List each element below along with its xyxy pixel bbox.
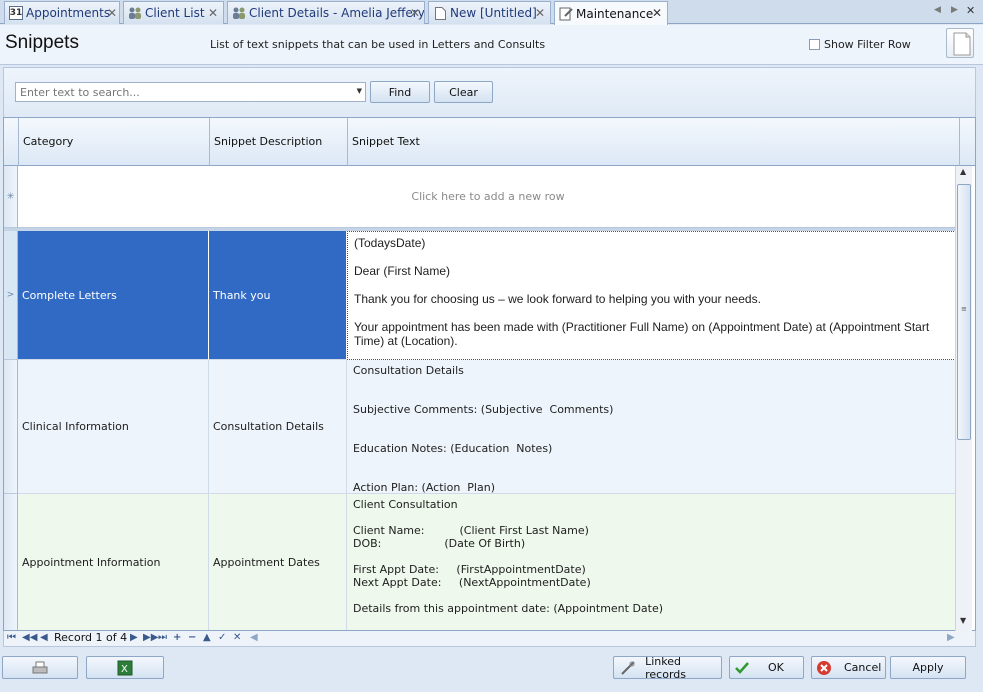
- new-row-indicator: ✳: [4, 166, 18, 228]
- cancel-edit-icon[interactable]: ✕: [233, 631, 241, 645]
- column-header-snippet-description[interactable]: Snippet Description: [210, 118, 348, 166]
- row-indicator[interactable]: [4, 494, 18, 630]
- next-page-icon[interactable]: ▶▶: [143, 631, 158, 645]
- notepad-button[interactable]: [946, 28, 974, 58]
- document-icon: [433, 6, 447, 20]
- category-cell[interactable]: Appointment Information: [18, 494, 209, 630]
- scroll-down-icon[interactable]: ▼: [960, 616, 966, 625]
- search-dropdown-icon[interactable]: ▼: [357, 87, 362, 95]
- tab-label: Maintenance: [576, 6, 654, 21]
- page-title: Snippets: [5, 32, 79, 53]
- row-indicator-header: [4, 118, 19, 166]
- maintenance-icon: [559, 7, 573, 21]
- category-cell[interactable]: Complete Letters: [18, 231, 209, 360]
- last-page-icon[interactable]: ⏭: [158, 631, 167, 645]
- calendar-icon: 31: [9, 6, 23, 20]
- scroll-tabs-left-icon[interactable]: ◀: [934, 5, 941, 15]
- apply-button[interactable]: Apply: [890, 656, 966, 679]
- snippets-grid: Category Snippet Description Snippet Tex…: [3, 117, 976, 631]
- previous-record-icon[interactable]: ◀: [40, 631, 48, 645]
- record-navigator: ⏮ ◀◀ ◀ Record 1 of 4 ▶ ▶▶ ⏭ + − ▲ ✓ ✕ ◀ …: [3, 631, 976, 647]
- new-row-prompt[interactable]: Click here to add a new row: [18, 166, 958, 228]
- tab-label: Appointments: [26, 6, 111, 20]
- close-icon[interactable]: ✕: [208, 6, 218, 20]
- notepad-icon: [953, 32, 971, 56]
- cancel-icon: [817, 660, 831, 675]
- hscroll-right-icon[interactable]: ▶: [947, 631, 955, 645]
- export-excel-button[interactable]: X: [86, 656, 164, 679]
- checkmark-icon: [735, 661, 749, 674]
- ok-button[interactable]: OK: [729, 656, 804, 679]
- svg-text:X: X: [121, 664, 128, 675]
- link-icon: [621, 660, 635, 675]
- current-row-arrow-icon: >: [6, 290, 15, 300]
- cancel-label: Cancel: [844, 661, 882, 674]
- column-header-snippet-text[interactable]: Snippet Text: [348, 118, 960, 166]
- ok-label: OK: [768, 661, 784, 674]
- close-icon[interactable]: ✕: [410, 6, 420, 20]
- table-row[interactable]: Clinical Information Consultation Detail…: [18, 360, 958, 494]
- tab-client-list[interactable]: Client List ✕: [123, 1, 224, 24]
- add-record-icon[interactable]: +: [173, 631, 181, 645]
- next-record-icon[interactable]: ▶: [130, 631, 138, 645]
- scrollbar-thumb[interactable]: ≡: [957, 184, 971, 440]
- linked-records-label: Linked records: [645, 654, 686, 681]
- print-button[interactable]: [2, 656, 78, 679]
- show-filter-row-checkbox[interactable]: [809, 39, 820, 50]
- row-indicator[interactable]: [4, 360, 18, 494]
- snippet-text-cell[interactable]: Client Consultation Client Name: (Client…: [347, 494, 958, 630]
- scroll-tabs-right-icon[interactable]: ▶: [951, 5, 958, 15]
- tab-label: Client List: [145, 6, 205, 20]
- table-row[interactable]: Complete Letters Thank you (TodaysDate) …: [18, 231, 958, 360]
- tab-label: New [Untitled]: [450, 6, 537, 20]
- row-indicator[interactable]: >: [4, 231, 18, 360]
- show-filter-row-label[interactable]: Show Filter Row: [824, 38, 911, 51]
- post-edit-icon[interactable]: ✓: [218, 631, 226, 645]
- page-subtitle: List of text snippets that can be used i…: [210, 38, 546, 51]
- description-cell[interactable]: Consultation Details: [209, 360, 347, 494]
- delete-record-icon[interactable]: −: [188, 631, 196, 645]
- snippet-text-cell[interactable]: Consultation Details Subjective Comments…: [347, 360, 958, 494]
- category-cell[interactable]: Clinical Information: [18, 360, 209, 494]
- previous-page-icon[interactable]: ◀◀: [22, 631, 37, 645]
- close-icon[interactable]: ✕: [652, 6, 662, 20]
- close-window-icon[interactable]: ✕: [966, 4, 975, 17]
- people-icon: [128, 6, 142, 20]
- cancel-button[interactable]: Cancel: [811, 656, 886, 679]
- clear-button[interactable]: Clear: [434, 81, 493, 103]
- excel-icon: X: [117, 660, 133, 675]
- people-icon: [232, 6, 246, 20]
- printer-icon: [32, 661, 48, 673]
- edit-record-icon[interactable]: ▲: [203, 631, 211, 645]
- snippet-text-cell[interactable]: (TodaysDate) Dear (First Name) Thank you…: [347, 231, 958, 360]
- record-counter: Record 1 of 4: [54, 631, 128, 644]
- scroll-up-icon[interactable]: ▲: [960, 167, 966, 176]
- search-input[interactable]: [16, 83, 346, 101]
- grip-icon: ≡: [961, 305, 967, 313]
- document-tab-strip: 31 Appointments ✕ Client List ✕ Client D…: [0, 0, 983, 25]
- tab-appointments[interactable]: 31 Appointments ✕: [4, 1, 120, 24]
- header-spacer: [960, 118, 975, 166]
- vertical-scrollbar[interactable]: ▲ ≡ ▼: [955, 166, 972, 631]
- tab-new-untitled[interactable]: New [Untitled] ✕: [428, 1, 551, 24]
- tab-client-details[interactable]: Client Details - Amelia Jefferys ✕: [227, 1, 425, 24]
- description-cell[interactable]: Appointment Dates: [209, 494, 347, 630]
- close-icon[interactable]: ✕: [107, 6, 117, 20]
- linked-records-button[interactable]: Linked records: [613, 654, 722, 681]
- close-icon[interactable]: ✕: [535, 6, 545, 20]
- tab-label: Client Details - Amelia Jefferys: [249, 6, 425, 20]
- find-button[interactable]: Find: [370, 81, 430, 103]
- tab-maintenance[interactable]: Maintenance ✕: [554, 1, 668, 25]
- description-cell[interactable]: Thank you: [209, 231, 347, 360]
- column-header-category[interactable]: Category: [19, 118, 210, 166]
- hscroll-left-icon[interactable]: ◀: [250, 631, 258, 645]
- search-box[interactable]: ▼: [15, 82, 366, 102]
- table-row[interactable]: Appointment Information Appointment Date…: [18, 494, 958, 630]
- first-page-icon[interactable]: ⏮: [7, 631, 16, 645]
- asterisk-icon: ✳: [6, 191, 15, 202]
